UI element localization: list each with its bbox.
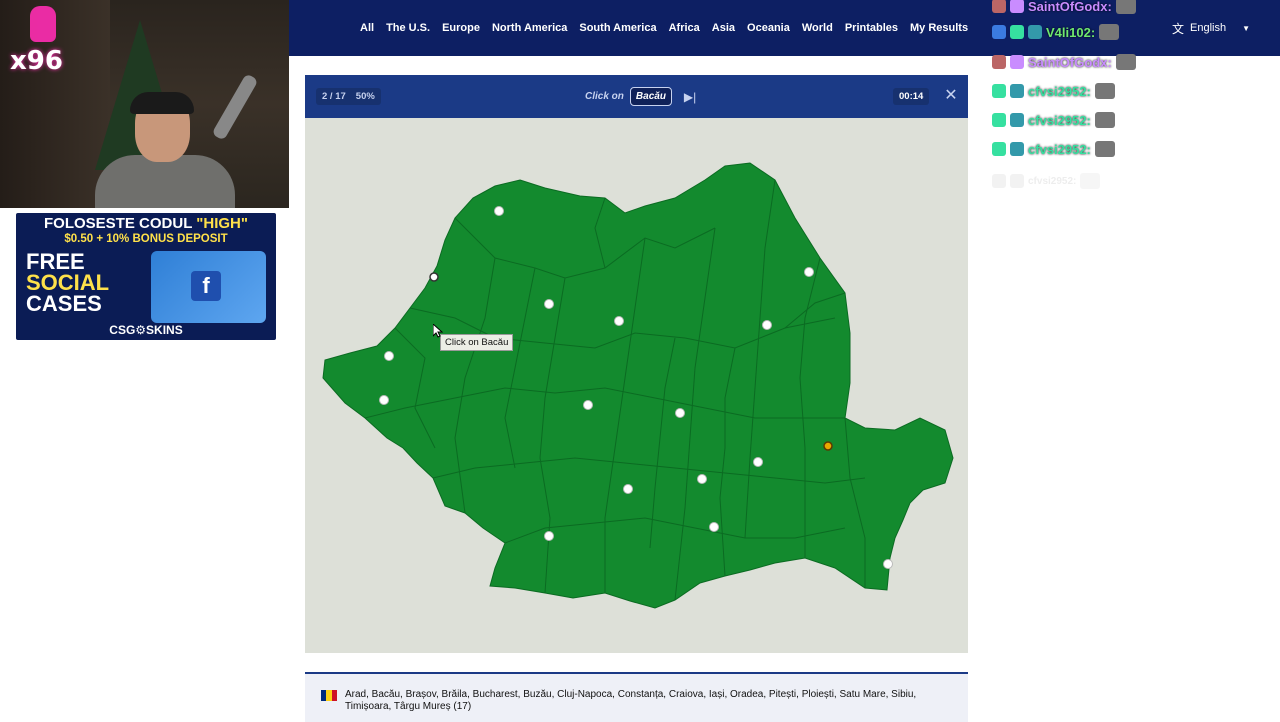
nav-link-oceania[interactable]: Oceania xyxy=(741,22,796,34)
ad-free-cases-text: FREE SOCIAL CASES xyxy=(26,249,110,316)
city-marker xyxy=(429,272,439,282)
city-marker xyxy=(753,457,763,467)
city-marker xyxy=(762,320,772,330)
streamer-webcam: x96 xyxy=(0,0,289,208)
chat-username: cfvsi2952: xyxy=(1028,175,1077,187)
chat-message: cfvsi2952: xyxy=(992,139,1115,159)
nav-link-asia[interactable]: Asia xyxy=(706,22,741,34)
city-marker-found xyxy=(823,441,833,451)
sponsor-ad-banner[interactable]: FOLOSESTE CODUL "HIGH" $0.50 + 10% BONUS… xyxy=(16,213,276,340)
ad-bonus-text: $0.50 + 10% BONUS DEPOSIT xyxy=(64,233,228,245)
map-canvas[interactable]: Click on Bacău xyxy=(305,118,968,653)
emote-icon xyxy=(1115,54,1136,70)
city-marker xyxy=(379,395,389,405)
nav-link-printables[interactable]: Printables xyxy=(839,22,904,34)
badge-icon xyxy=(992,113,1006,127)
chat-username: SaintOfGodx: xyxy=(1028,54,1112,70)
microphone-icon xyxy=(211,73,259,141)
nav-link-world[interactable]: World xyxy=(796,22,839,34)
timer: 00:14 xyxy=(893,88,930,105)
badge-icon xyxy=(1010,142,1024,156)
chat-username: cfvsi2952: xyxy=(1028,83,1091,99)
progress-indicator: 2 / 17 50% xyxy=(316,88,381,105)
nav-link-africa[interactable]: Africa xyxy=(663,22,706,34)
badge-icon xyxy=(992,0,1006,13)
praying-hands-icon xyxy=(30,6,56,42)
score-percent: 50% xyxy=(355,91,375,102)
city-marker xyxy=(544,299,554,309)
country-shape xyxy=(322,162,954,609)
badge-icon xyxy=(1010,113,1024,127)
badge-icon xyxy=(1010,0,1024,13)
city-marker xyxy=(623,484,633,494)
chat-message: SaintOfGodx: xyxy=(992,52,1136,72)
city-marker xyxy=(709,522,719,532)
case-image: f xyxy=(151,251,266,323)
emote-counter: x96 xyxy=(10,46,63,76)
badge-icon xyxy=(1010,84,1024,98)
city-marker xyxy=(494,206,504,216)
stream-chat-overlay: SaintOfGodx: V4li102: SaintOfGodx: cfvsi… xyxy=(990,0,1180,200)
city-marker xyxy=(544,531,554,541)
chat-message: cfvsi2952: xyxy=(992,171,1101,191)
emote-icon xyxy=(1115,0,1136,14)
romania-flag-icon xyxy=(321,690,337,701)
nav-link-all[interactable]: All xyxy=(354,22,380,34)
nav-link-south-america[interactable]: South America xyxy=(573,22,662,34)
badge-icon xyxy=(1010,25,1024,39)
city-marker xyxy=(804,267,814,277)
close-icon[interactable]: ✕ xyxy=(942,87,960,105)
city-marker xyxy=(883,559,893,569)
city-marker xyxy=(697,474,707,484)
chat-message: V4li102: xyxy=(992,22,1120,42)
chat-username: cfvsi2952: xyxy=(1028,112,1091,128)
nav-link-my-results[interactable]: My Results xyxy=(904,22,974,34)
answer-list-bar: Arad, Bacău, Brașov, Brăila, Bucharest, … xyxy=(305,672,968,722)
city-marker xyxy=(384,351,394,361)
badge-icon xyxy=(992,55,1006,69)
facebook-icon: f xyxy=(191,271,221,301)
emote-icon xyxy=(1094,141,1115,157)
ad-brand-logo: CSG⚙SKINS xyxy=(109,323,183,337)
prompt-label: Click on xyxy=(585,91,624,102)
language-selector[interactable]: 文 English ▼ xyxy=(1172,0,1250,56)
quiz-header: 2 / 17 50% Click on Bacău ▶| 00:14 ✕ xyxy=(305,75,968,118)
nav-link-europe[interactable]: Europe xyxy=(436,22,486,34)
badge-icon xyxy=(992,174,1006,188)
chat-message: SaintOfGodx: xyxy=(992,0,1136,16)
cursor-tooltip: Click on Bacău xyxy=(440,334,514,351)
ad-headline: FOLOSESTE CODUL "HIGH" xyxy=(44,215,248,232)
chat-message: cfvsi2952: xyxy=(992,81,1115,101)
badge-icon xyxy=(1028,25,1042,39)
emote-icon xyxy=(1080,173,1101,189)
question-counter: 2 / 17 xyxy=(322,91,346,102)
language-label: English xyxy=(1190,22,1227,34)
badge-icon xyxy=(992,142,1006,156)
nav-links: All The U.S. Europe North America South … xyxy=(354,0,974,56)
skip-icon[interactable]: ▶| xyxy=(684,90,696,104)
prompt-target: Bacău xyxy=(629,87,672,106)
romania-map[interactable] xyxy=(305,118,968,653)
emote-icon xyxy=(1094,112,1115,128)
nav-link-us[interactable]: The U.S. xyxy=(380,22,436,34)
city-marker xyxy=(614,316,624,326)
prompt: Click on Bacău ▶| xyxy=(585,87,696,106)
chat-username: cfvsi2952: xyxy=(1028,141,1091,157)
city-marker xyxy=(583,400,593,410)
emote-icon xyxy=(1094,83,1115,99)
map-quiz-panel: 2 / 17 50% Click on Bacău ▶| 00:14 ✕ Cli… xyxy=(305,75,968,653)
nav-link-north-america[interactable]: North America xyxy=(486,22,573,34)
chevron-down-icon: ▼ xyxy=(1242,23,1251,33)
badge-icon xyxy=(1010,174,1024,188)
city-marker xyxy=(675,408,685,418)
chat-username: V4li102: xyxy=(1046,24,1096,40)
chat-username: SaintOfGodx: xyxy=(1028,0,1112,14)
emote-icon xyxy=(1099,24,1120,40)
badge-icon xyxy=(1010,55,1024,69)
badge-icon xyxy=(992,25,1006,39)
chat-message: cfvsi2952: xyxy=(992,110,1115,130)
answer-list: Arad, Bacău, Brașov, Brăila, Bucharest, … xyxy=(345,689,917,712)
badge-icon xyxy=(992,84,1006,98)
